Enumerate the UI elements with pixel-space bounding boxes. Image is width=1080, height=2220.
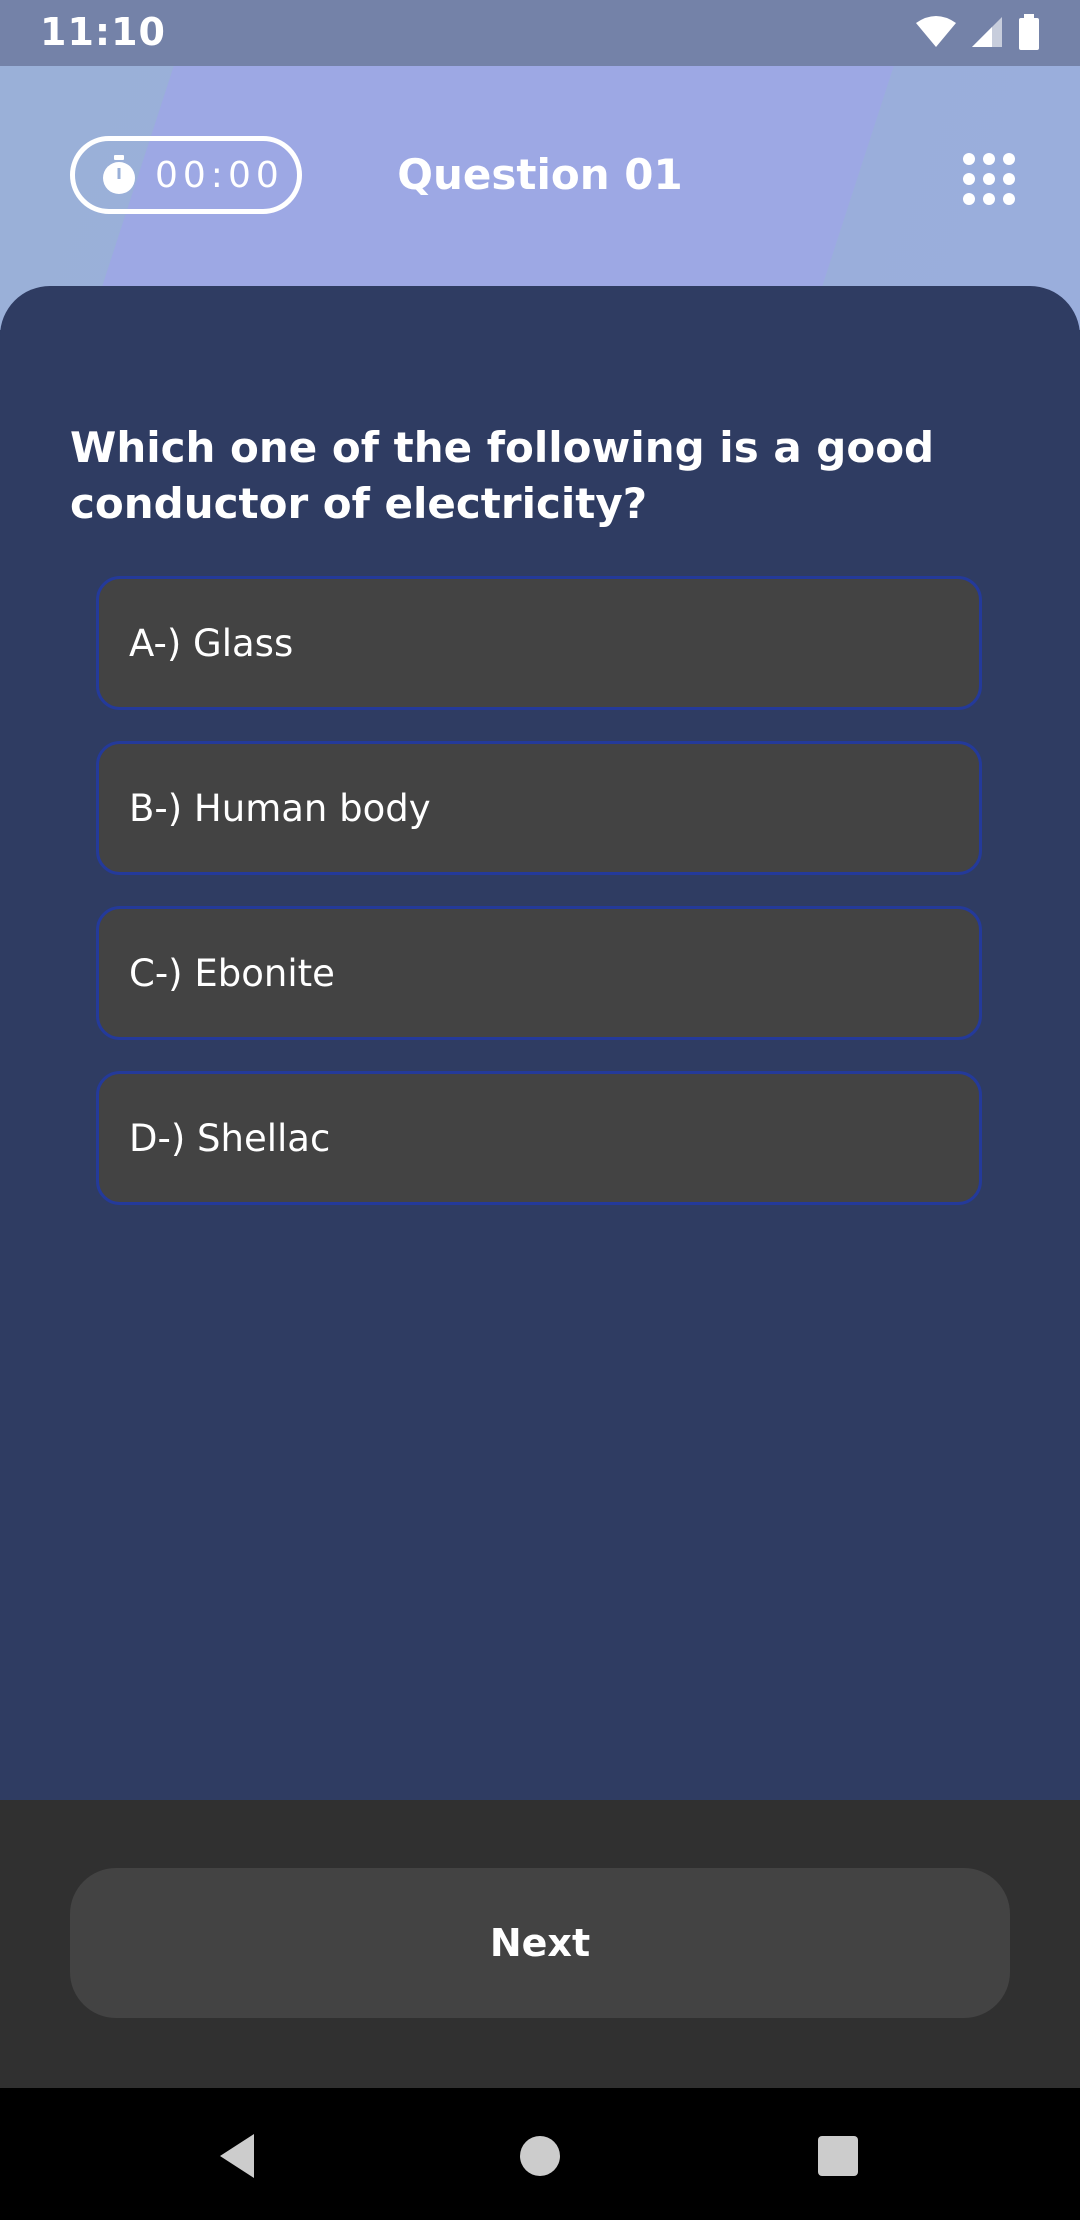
- recents-icon[interactable]: [810, 2128, 866, 2184]
- status-icons: [916, 14, 1040, 50]
- option-b[interactable]: B-) Human body: [96, 741, 982, 875]
- status-bar: 11:10: [0, 0, 1080, 66]
- wifi-icon: [916, 16, 956, 47]
- option-label: C-) Ebonite: [129, 951, 335, 995]
- battery-icon: [1019, 14, 1039, 50]
- option-label: D-) Shellac: [129, 1116, 331, 1160]
- status-time: 11:10: [40, 10, 166, 54]
- answer-options: A-) Glass B-) Human body C-) Ebonite D-)…: [96, 576, 982, 1236]
- option-c[interactable]: C-) Ebonite: [96, 906, 982, 1040]
- home-icon[interactable]: [512, 2128, 568, 2184]
- option-label: B-) Human body: [129, 786, 431, 830]
- grid-dots-icon: [963, 153, 1015, 205]
- next-button[interactable]: Next: [70, 1868, 1010, 2018]
- bottom-bar: Next: [0, 1800, 1080, 2088]
- back-icon[interactable]: [212, 2128, 268, 2184]
- option-a[interactable]: A-) Glass: [96, 576, 982, 710]
- option-label: A-) Glass: [129, 621, 294, 665]
- question-grid-button[interactable]: [960, 150, 1018, 208]
- option-d[interactable]: D-) Shellac: [96, 1071, 982, 1205]
- question-text: Which one of the following is a good con…: [70, 423, 935, 528]
- system-nav-bar: [0, 2088, 1080, 2220]
- question-number-title: Question 01: [397, 150, 683, 199]
- cell-signal-icon: [972, 17, 1002, 47]
